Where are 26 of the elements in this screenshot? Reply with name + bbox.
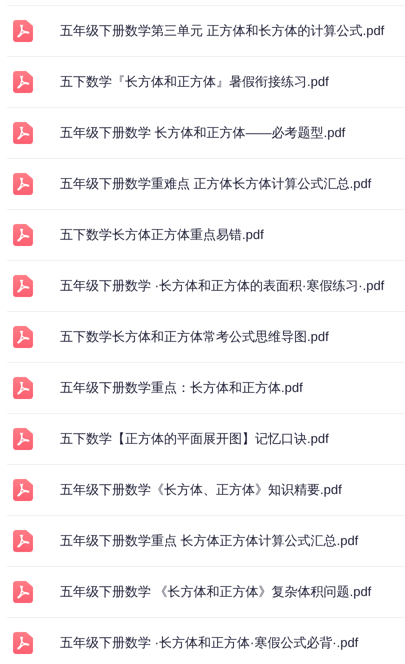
file-name[interactable]: 五年级下册数学重点：长方体和正方体.pdf: [60, 379, 303, 397]
file-name[interactable]: 五年级下册数学 《长方体和正方体》复杂体积问题.pdf: [60, 583, 372, 601]
pdf-file-icon: [13, 122, 33, 144]
pdf-file-icon: [13, 71, 33, 93]
file-name[interactable]: 五下数学『长方体和正方体』暑假衔接练习.pdf: [60, 73, 329, 91]
file-name[interactable]: 五年级下册数学 ·长方体和正方体·寒假公式必背·.pdf: [60, 634, 358, 652]
file-name[interactable]: 五年级下册数学《长方体、正方体》知识精要.pdf: [60, 481, 342, 499]
file-name[interactable]: 五下数学【正方体的平面展开图】记忆口诀.pdf: [60, 430, 329, 448]
pdf-file-icon: [13, 275, 33, 297]
pdf-file-icon: [13, 428, 33, 450]
pdf-file-icon: [13, 224, 33, 246]
file-name[interactable]: 五年级下册数学 长方体和正方体——必考题型.pdf: [60, 124, 346, 142]
pdf-file-icon: [13, 632, 33, 654]
pdf-file-icon: [13, 530, 33, 552]
pdf-file-icon: [13, 173, 33, 195]
pdf-file-icon: [13, 377, 33, 399]
pdf-file-icon: [13, 479, 33, 501]
file-name[interactable]: 五年级下册数学第三单元 正方体和长方体的计算公式.pdf: [60, 22, 384, 40]
file-name[interactable]: 五年级下册数学重点 长方体正方体计算公式汇总.pdf: [60, 532, 358, 550]
file-name[interactable]: 五下数学长方体正方体重点易错.pdf: [60, 226, 264, 244]
file-name[interactable]: 五年级下册数学 ·长方体和正方体的表面积·寒假练习·.pdf: [60, 277, 384, 295]
pdf-file-icon: [13, 20, 33, 42]
file-name[interactable]: 五下数学长方体和正方体常考公式思维导图.pdf: [60, 328, 329, 346]
pdf-file-icon: [13, 326, 33, 348]
file-name[interactable]: 五年级下册数学重难点 正方体长方体计算公式汇总.pdf: [60, 175, 372, 193]
pdf-file-icon: [13, 581, 33, 603]
